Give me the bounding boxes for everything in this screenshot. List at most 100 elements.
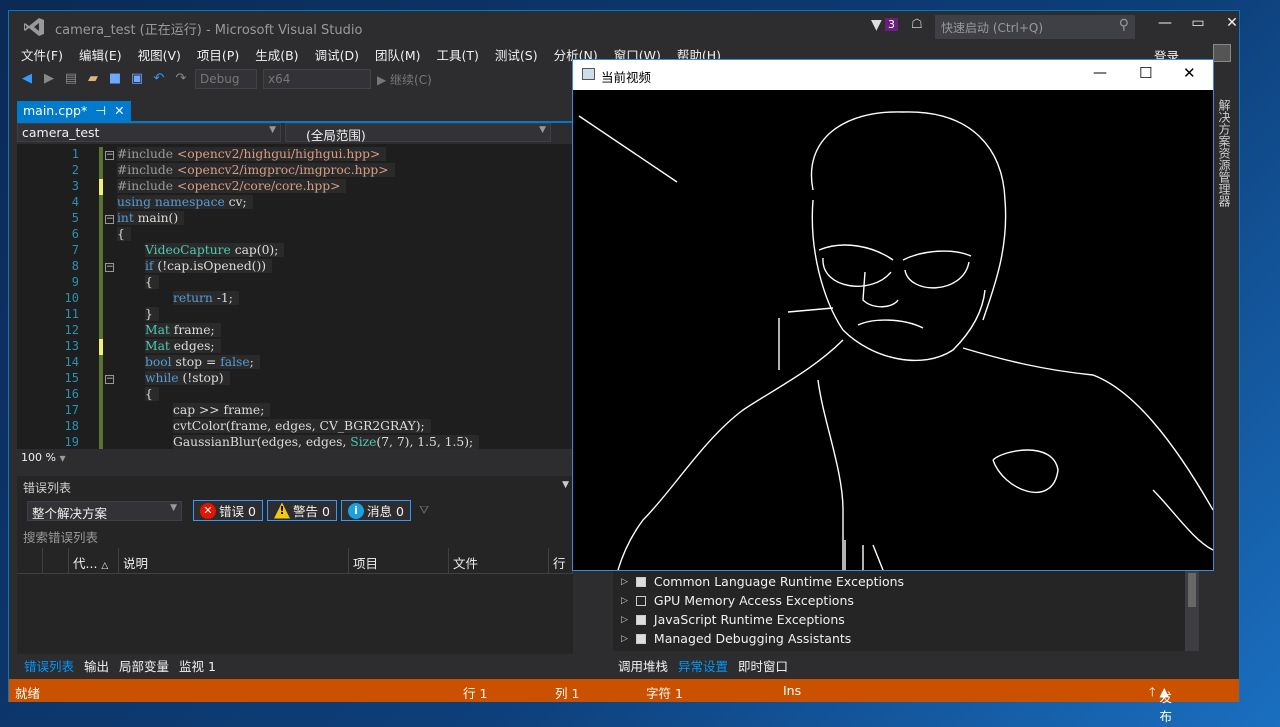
code-token: cap >> frame;: [173, 403, 265, 417]
menu-item[interactable]: 编辑(E): [73, 43, 128, 65]
menu-item[interactable]: 文件(F): [15, 43, 69, 65]
notification-badge[interactable]: 3: [885, 18, 898, 31]
undo-icon[interactable]: ↶: [151, 71, 167, 87]
panel-menu-icon[interactable]: ▼: [562, 480, 569, 490]
bottom-tab[interactable]: 错误列表: [19, 654, 80, 674]
checkbox[interactable]: [635, 633, 646, 644]
redo-icon[interactable]: ↷: [173, 71, 189, 87]
tab-main-cpp[interactable]: main.cpp* ⊣ ✕: [17, 101, 131, 121]
save-all-icon[interactable]: ▣: [129, 71, 145, 87]
collapse-icon[interactable]: −: [105, 263, 114, 272]
close-tab-icon[interactable]: ✕: [114, 103, 124, 119]
bottom-tab[interactable]: 即时窗口: [733, 654, 793, 674]
new-project-icon[interactable]: ▤: [63, 71, 79, 87]
pin-icon[interactable]: ⊣: [95, 103, 106, 119]
line-number: 13: [64, 339, 79, 353]
continue-button[interactable]: ▶ 继续(C): [377, 71, 432, 88]
collapse-icon[interactable]: −: [105, 215, 114, 224]
video-close-button[interactable]: ✕: [1183, 64, 1196, 82]
exception-label: Common Language Runtime Exceptions: [653, 574, 905, 589]
exception-category[interactable]: ▷ GPU Memory Access Exceptions: [621, 591, 854, 610]
line-number: 16: [64, 387, 79, 401]
feedback-icon[interactable]: ☖: [911, 17, 923, 32]
error-list-panel: 错误列表 ▼ 整个解决方案 ▼ ✕ 错误 0 ! 警告 0 i 消息 0 ⛛ 搜索错误列…: [17, 476, 573, 654]
code-token: -1;: [216, 291, 233, 305]
exception-category[interactable]: ▷ Common Language Runtime Exceptions: [621, 572, 904, 591]
save-icon[interactable]: ■: [107, 71, 123, 87]
code-token: cap(0);: [234, 243, 279, 257]
expand-icon[interactable]: ▷: [621, 615, 628, 625]
filter-icon[interactable]: ▼: [871, 17, 882, 33]
messages-filter-button[interactable]: i 消息 0: [341, 500, 411, 521]
checkbox[interactable]: [635, 595, 646, 606]
change-marker: [99, 435, 103, 449]
forward-icon[interactable]: ▶: [41, 71, 57, 87]
scope-dropdown[interactable]: (全局范围) ▼: [285, 123, 551, 143]
code-token: #include: [117, 179, 177, 193]
scope-filter-dropdown[interactable]: 整个解决方案 ▼: [27, 501, 182, 521]
exception-category[interactable]: ▷ JavaScript Runtime Exceptions: [621, 610, 845, 629]
account-avatar[interactable]: [1213, 44, 1231, 62]
change-marker: [99, 179, 103, 195]
tab-label: main.cpp*: [23, 103, 88, 118]
scrollbar-thumb[interactable]: [1188, 573, 1196, 607]
line-number: 15: [64, 371, 79, 385]
collapse-icon[interactable]: −: [105, 375, 114, 384]
clear-filter-icon[interactable]: ⛛: [419, 503, 429, 518]
solution-explorer-tab[interactable]: 解决方案资源管理器: [1211, 89, 1233, 509]
menu-item[interactable]: 团队(M): [369, 43, 427, 65]
code-token: using: [117, 195, 155, 209]
video-maximize-button[interactable]: ☐: [1139, 64, 1152, 82]
menu-item[interactable]: 生成(B): [249, 43, 304, 65]
publish-button[interactable]: 🡑 发布 ▲: [1149, 683, 1172, 724]
code-token: (!stop): [182, 371, 224, 385]
maximize-button[interactable]: ▭: [1183, 15, 1213, 37]
menu-item[interactable]: 工具(T): [431, 43, 485, 65]
platform-select[interactable]: x64: [263, 69, 371, 89]
search-error-list-input[interactable]: 搜索错误列表: [23, 527, 98, 546]
collapse-icon[interactable]: −: [105, 151, 114, 160]
checkbox[interactable]: [635, 576, 646, 587]
back-icon[interactable]: ◀: [19, 71, 35, 87]
menu-item[interactable]: 项目(P): [191, 43, 245, 65]
column-file[interactable]: 文件: [449, 548, 549, 573]
bottom-tab[interactable]: 异常设置: [673, 654, 734, 674]
column-code[interactable]: 代... △: [69, 548, 119, 573]
vs-logo-icon: [24, 18, 44, 36]
menu-item[interactable]: 测试(S): [489, 43, 544, 65]
column-description[interactable]: 说明: [119, 548, 349, 573]
quick-launch-input[interactable]: 快速启动 (Ctrl+Q) ⚲: [935, 15, 1135, 39]
change-marker: [99, 355, 103, 371]
bottom-tab[interactable]: 输出: [79, 654, 114, 674]
warnings-filter-button[interactable]: ! 警告 0: [267, 500, 337, 521]
column-project[interactable]: 项目: [349, 548, 449, 573]
zoom-dropdown[interactable]: 100 %: [21, 451, 56, 464]
errors-filter-button[interactable]: ✕ 错误 0: [193, 500, 263, 521]
exception-category[interactable]: ▷ Managed Debugging Assistants: [621, 629, 851, 648]
column-line[interactable]: 行: [549, 548, 573, 573]
expand-icon[interactable]: ▷: [621, 596, 628, 606]
line-number: 14: [64, 355, 79, 369]
bottom-tab[interactable]: 局部变量: [114, 654, 174, 674]
video-minimize-button[interactable]: —: [1093, 65, 1107, 81]
code-token: bool: [145, 355, 176, 369]
checkbox[interactable]: [635, 614, 646, 625]
code-editor[interactable]: 1− #include <opencv2/highgui/highgui.hpp>…: [17, 144, 581, 449]
minimize-button[interactable]: —: [1150, 15, 1180, 37]
config-select[interactable]: Debug: [195, 69, 257, 89]
close-button[interactable]: ✕: [1217, 15, 1247, 37]
bottom-tab[interactable]: 监视 1: [174, 654, 221, 674]
menu-item[interactable]: 调试(D): [309, 43, 365, 65]
menu-item[interactable]: 视图(V): [132, 43, 187, 65]
expand-icon[interactable]: ▷: [621, 634, 628, 644]
code-line: {: [145, 387, 159, 401]
bottom-tabs-left: 错误列表 输出 局部变量 监视 1: [19, 654, 221, 674]
column-icon[interactable]: [17, 548, 43, 573]
project-dropdown[interactable]: camera_test ▼: [17, 123, 281, 142]
open-file-icon[interactable]: ▰: [85, 71, 101, 87]
code-token: int: [117, 211, 138, 225]
expand-icon[interactable]: ▷: [621, 577, 628, 587]
bottom-tab[interactable]: 调用堆栈: [613, 654, 673, 674]
column-type[interactable]: [43, 548, 69, 573]
scrollbar[interactable]: [1185, 571, 1199, 651]
